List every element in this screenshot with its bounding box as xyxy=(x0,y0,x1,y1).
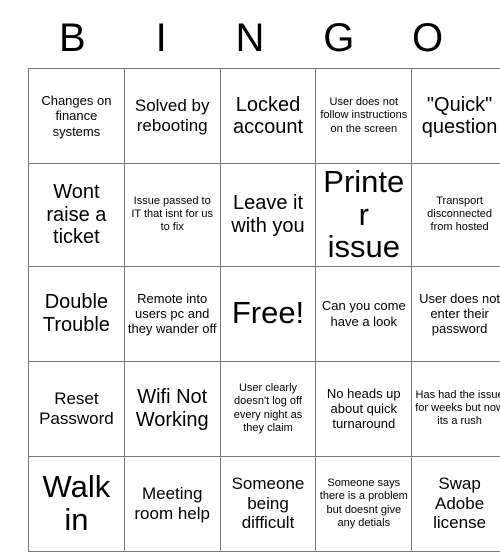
bingo-header-row: B I N G O xyxy=(28,8,472,68)
bingo-cell-b5[interactable]: Walk in xyxy=(29,456,125,551)
bingo-cell-label: Printer issue xyxy=(319,166,408,264)
bingo-cell-label: Wont raise a ticket xyxy=(32,181,121,248)
bingo-cell-o4[interactable]: Has had the issue for weeks but now its … xyxy=(412,361,500,456)
bingo-cell-label: Transport disconnected from hosted xyxy=(415,195,500,235)
bingo-cell-label: Reset Password xyxy=(32,389,121,428)
bingo-cell-label: Can you come have a look xyxy=(319,298,408,329)
bingo-cell-label: Solved by rebooting xyxy=(128,96,217,135)
bingo-cell-g1[interactable]: User does not follow instructions on the… xyxy=(316,69,412,164)
bingo-cell-n4[interactable]: User clearly doesn't log off every night… xyxy=(220,361,316,456)
bingo-cell-o1[interactable]: "Quick" question xyxy=(412,69,500,164)
bingo-cell-b1[interactable]: Changes on finance systems xyxy=(29,69,125,164)
bingo-cell-g4[interactable]: No heads up about quick turnaround xyxy=(316,361,412,456)
bingo-cell-label: No heads up about quick turnaround xyxy=(319,386,408,432)
bingo-header-letter-i: I xyxy=(117,18,206,58)
bingo-cell-label: Leave it with you xyxy=(224,192,313,237)
bingo-cell-label: User does not follow instructions on the… xyxy=(319,96,408,136)
bingo-cell-label: User does not enter their password xyxy=(415,291,500,337)
bingo-cell-o3[interactable]: User does not enter their password xyxy=(412,266,500,361)
bingo-cell-o5[interactable]: Swap Adobe license xyxy=(412,456,500,551)
bingo-cell-n1[interactable]: Locked account xyxy=(220,69,316,164)
bingo-cell-label: Remote into users pc and they wander off xyxy=(128,291,217,337)
bingo-cell-label: Has had the issue for weeks but now its … xyxy=(415,389,500,429)
bingo-grid: Changes on finance systems Solved by reb… xyxy=(28,68,500,552)
bingo-cell-i1[interactable]: Solved by rebooting xyxy=(124,69,220,164)
bingo-cell-i5[interactable]: Meeting room help xyxy=(124,456,220,551)
bingo-cell-label: Meeting room help xyxy=(128,484,217,523)
bingo-cell-b3[interactable]: Double Trouble xyxy=(29,266,125,361)
bingo-cell-o2[interactable]: Transport disconnected from hosted xyxy=(412,164,500,267)
bingo-row: Double Trouble Remote into users pc and … xyxy=(29,266,500,361)
bingo-cell-label: Walk in xyxy=(32,471,121,536)
bingo-cell-label: Swap Adobe license xyxy=(415,474,500,533)
bingo-cell-label: "Quick" question xyxy=(415,94,500,139)
bingo-cell-label: Issue passed to IT that isnt for us to f… xyxy=(128,195,217,235)
bingo-cell-g5[interactable]: Someone says there is a problem but does… xyxy=(316,456,412,551)
bingo-row: Changes on finance systems Solved by reb… xyxy=(29,69,500,164)
bingo-header-letter-b: B xyxy=(28,18,117,58)
bingo-cell-free-space[interactable]: Free! xyxy=(220,266,316,361)
bingo-cell-label: Double Trouble xyxy=(32,291,121,336)
bingo-card: B I N G O Changes on finance systems Sol… xyxy=(28,8,472,552)
bingo-cell-label: Someone says there is a problem but does… xyxy=(319,477,408,530)
bingo-cell-label: Locked account xyxy=(224,94,313,139)
bingo-cell-g2[interactable]: Printer issue xyxy=(316,164,412,267)
bingo-cell-g3[interactable]: Can you come have a look xyxy=(316,266,412,361)
bingo-cell-b4[interactable]: Reset Password xyxy=(29,361,125,456)
bingo-cell-b2[interactable]: Wont raise a ticket xyxy=(29,164,125,267)
bingo-row: Wont raise a ticket Issue passed to IT t… xyxy=(29,164,500,267)
bingo-cell-i2[interactable]: Issue passed to IT that isnt for us to f… xyxy=(124,164,220,267)
bingo-header-letter-g: G xyxy=(294,18,383,58)
bingo-header-letter-o: O xyxy=(383,18,472,58)
bingo-cell-n2[interactable]: Leave it with you xyxy=(220,164,316,267)
bingo-cell-i3[interactable]: Remote into users pc and they wander off xyxy=(124,266,220,361)
bingo-cell-label: Changes on finance systems xyxy=(32,93,121,139)
bingo-header-letter-n: N xyxy=(206,18,295,58)
bingo-cell-label: Wifi Not Working xyxy=(128,386,217,431)
bingo-cell-n5[interactable]: Someone being difficult xyxy=(220,456,316,551)
bingo-cell-label: User clearly doesn't log off every night… xyxy=(224,382,313,435)
bingo-row: Walk in Meeting room help Someone being … xyxy=(29,456,500,551)
bingo-row: Reset Password Wifi Not Working User cle… xyxy=(29,361,500,456)
bingo-cell-i4[interactable]: Wifi Not Working xyxy=(124,361,220,456)
bingo-cell-label: Someone being difficult xyxy=(224,474,313,533)
bingo-free-space-label: Free! xyxy=(224,297,313,330)
